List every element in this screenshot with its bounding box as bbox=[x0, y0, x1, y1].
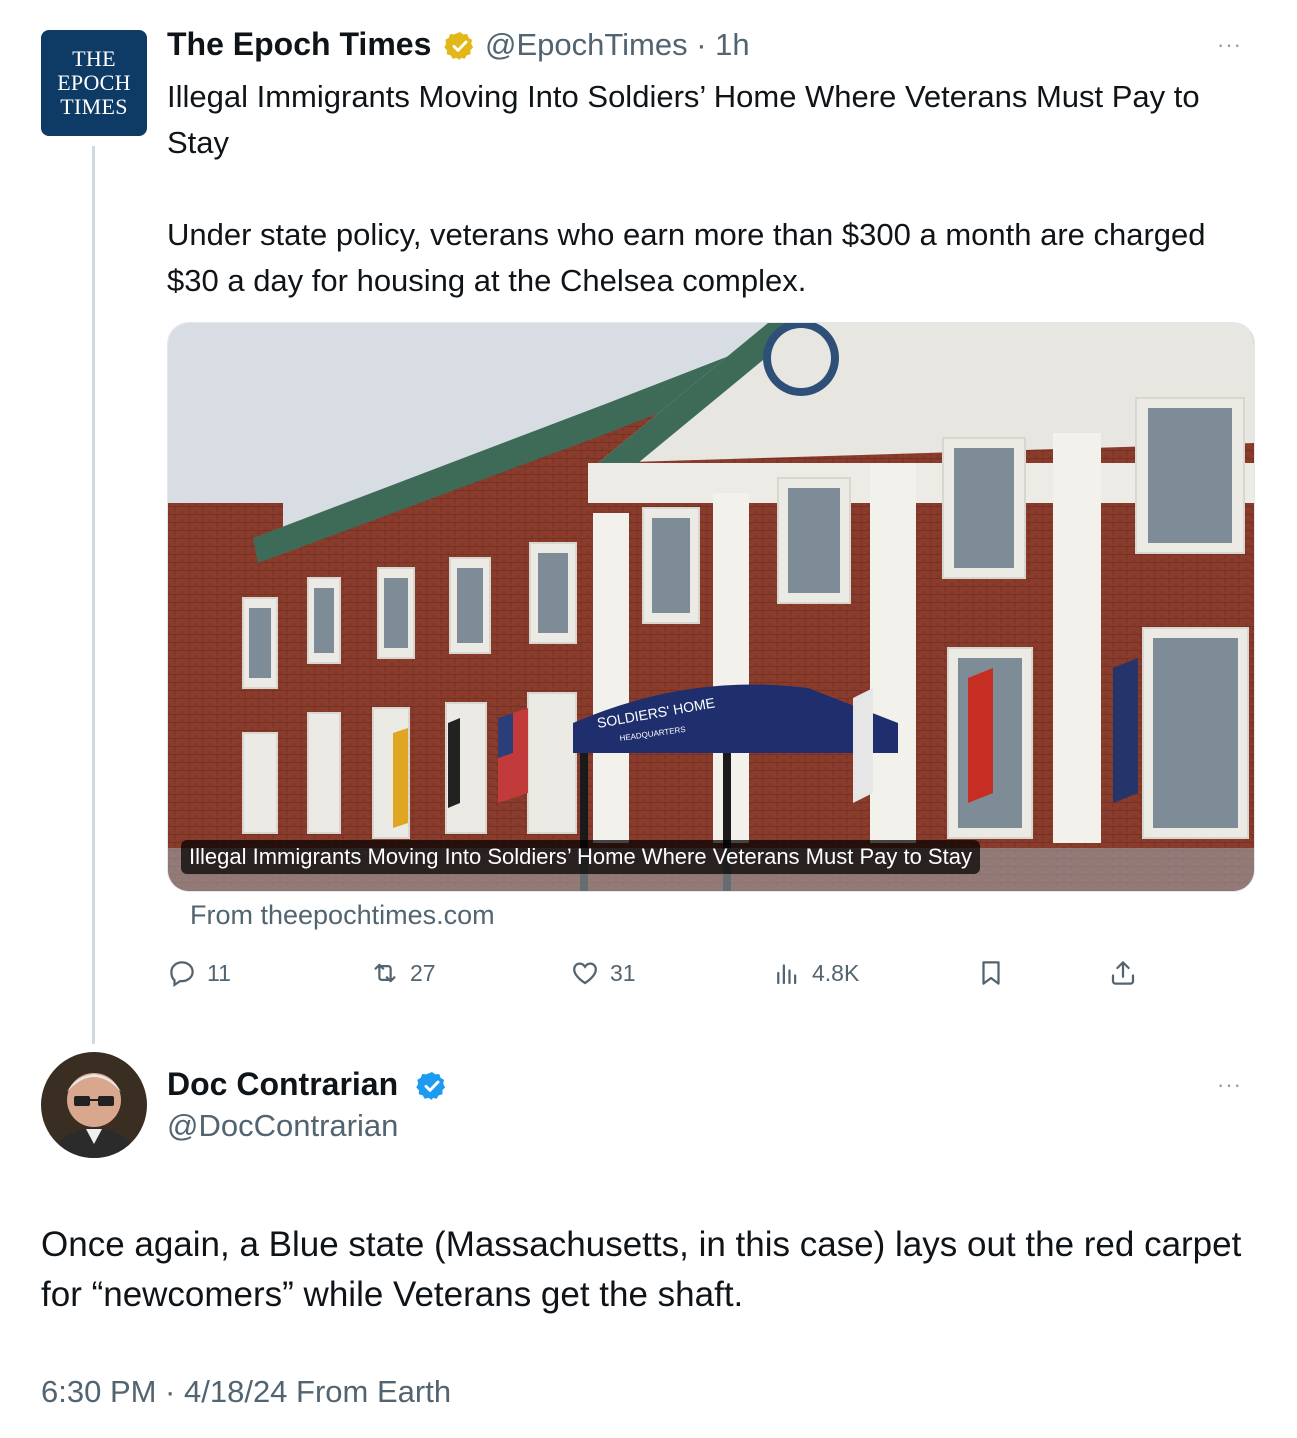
tweet-text: Once again, a Blue state (Massachusetts,… bbox=[41, 1225, 1242, 1314]
doc-contrarian-avatar[interactable] bbox=[41, 1052, 147, 1158]
more-options-icon[interactable]: ··· bbox=[1217, 1072, 1242, 1098]
analytics-icon bbox=[777, 964, 797, 985]
link-source[interactable]: From theepochtimes.com bbox=[190, 900, 495, 931]
link-card-image[interactable]: SOLDIERS' HOME HEADQUARTERS bbox=[167, 322, 1255, 892]
reply-icon bbox=[170, 961, 194, 987]
author-handle[interactable]: @DocContrarian bbox=[167, 1108, 398, 1144]
epoch-times-avatar[interactable]: THE EPOCH TIMES bbox=[41, 30, 147, 136]
link-card-title[interactable]: Illegal Immigrants Moving Into Soldiers’… bbox=[181, 840, 980, 874]
share-icon bbox=[1111, 961, 1135, 985]
author-display-name[interactable]: The Epoch Times bbox=[167, 26, 431, 63]
views-count: 4.8K bbox=[812, 959, 860, 986]
verified-badge-icon bbox=[416, 1072, 446, 1100]
avatar-text-line: TIMES bbox=[60, 94, 128, 119]
retweet-count: 27 bbox=[410, 959, 436, 986]
verified-gold-badge-icon bbox=[444, 32, 474, 60]
retweet-icon bbox=[374, 963, 396, 983]
avatar-text-line: THE bbox=[72, 46, 116, 71]
reply-button[interactable]: 11 bbox=[167, 958, 231, 988]
profile-photo bbox=[41, 1052, 147, 1158]
more-options-icon[interactable]: ··· bbox=[1217, 32, 1242, 58]
like-count: 31 bbox=[610, 959, 636, 986]
views-button[interactable]: 4.8K bbox=[772, 958, 859, 988]
thread-connector-line bbox=[92, 146, 95, 1044]
author-handle-and-time[interactable]: @EpochTimes · 1h bbox=[485, 27, 750, 63]
author-display-name[interactable]: Doc Contrarian bbox=[167, 1066, 398, 1103]
share-button[interactable] bbox=[1108, 958, 1138, 988]
bookmark-icon bbox=[982, 961, 1000, 985]
retweet-button[interactable]: 27 bbox=[370, 958, 436, 988]
tweet-text: Illegal Immigrants Moving Into Soldiers’… bbox=[167, 79, 1206, 298]
like-button[interactable]: 31 bbox=[570, 958, 636, 988]
reply-count: 11 bbox=[207, 959, 231, 986]
building-photo: SOLDIERS' HOME HEADQUARTERS bbox=[168, 323, 1254, 891]
avatar-text-line: EPOCH bbox=[57, 70, 131, 95]
bookmark-button[interactable] bbox=[976, 958, 1006, 988]
heart-icon bbox=[573, 962, 597, 985]
tweet-timestamp[interactable]: 6:30 PM · 4/18/24 From Earth bbox=[41, 1374, 451, 1410]
